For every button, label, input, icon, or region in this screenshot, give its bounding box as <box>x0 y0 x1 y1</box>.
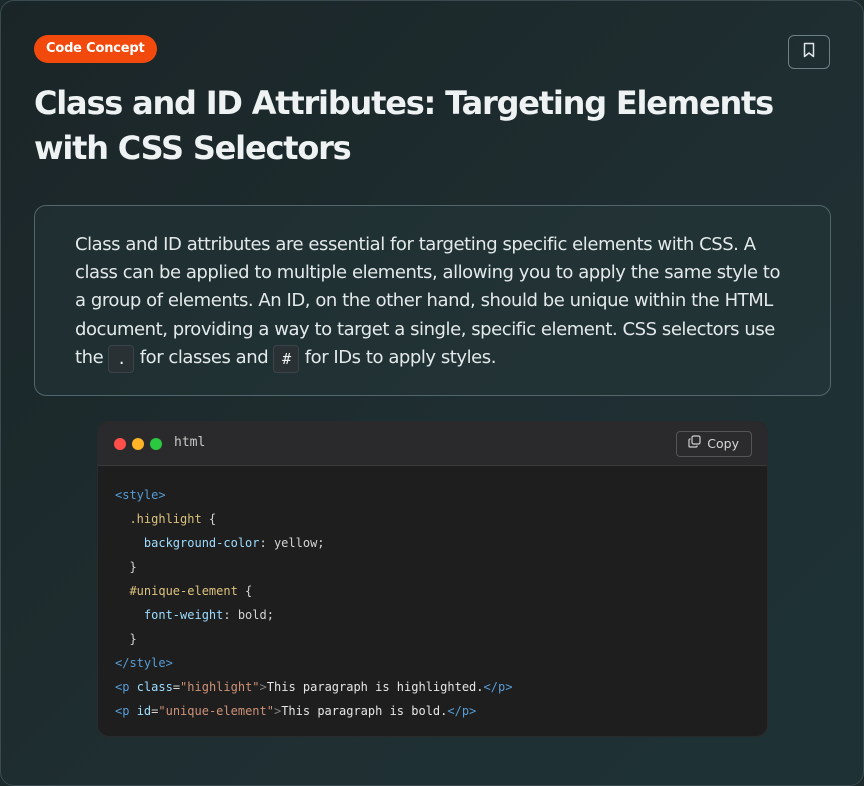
code-token: <p <box>115 680 137 694</box>
code-line: #unique-element { <box>115 579 767 603</box>
bookmark-button[interactable] <box>788 35 830 69</box>
code-token: { <box>201 512 217 526</box>
description-part-3: for IDs to apply styles. <box>299 346 497 368</box>
description-box: Class and ID attributes are essential fo… <box>34 205 831 396</box>
code-token: class <box>136 680 173 694</box>
code-token: > <box>259 680 267 694</box>
concept-card: Code Concept Class and ID Attributes: Ta… <box>0 0 864 786</box>
code-token: .highlight <box>115 512 202 526</box>
code-token: #unique-element <box>115 584 238 598</box>
description-part-2: for classes and <box>134 346 274 368</box>
code-line: } <box>115 627 767 651</box>
window-dot-green <box>150 438 162 450</box>
code-token: font-weight <box>115 608 224 622</box>
code-line: background-color: yellow; <box>115 531 767 555</box>
code-token: } <box>115 632 137 646</box>
code-token: "highlight" <box>180 680 260 694</box>
inline-code-class-selector: . <box>108 344 135 373</box>
code-line: <p id="unique-element">This paragraph is… <box>115 699 767 723</box>
code-line: </style> <box>115 651 767 675</box>
copy-button[interactable]: Copy <box>676 431 752 457</box>
code-language-label: html <box>174 435 206 450</box>
code-line: <style> <box>115 483 767 507</box>
bookmark-icon <box>802 42 816 62</box>
code-token: This paragraph is highlighted. <box>266 680 484 694</box>
code-token: } <box>115 560 137 574</box>
code-token: This paragraph is bold. <box>281 704 448 718</box>
code-token: "unique-element" <box>158 704 274 718</box>
window-dot-red <box>114 438 126 450</box>
code-token: <p <box>115 704 137 718</box>
code-token: <style> <box>115 488 166 502</box>
code-line: .highlight { <box>115 507 767 531</box>
code-token: = <box>172 680 181 694</box>
code-block: html Copy <style> .highlight { backgroun… <box>97 421 768 737</box>
code-token: background-color <box>115 536 260 550</box>
code-line: <p class="highlight">This paragraph is h… <box>115 675 767 699</box>
description-text: Class and ID attributes are essential fo… <box>75 231 790 373</box>
code-token: </p> <box>447 704 477 718</box>
code-token: id <box>136 704 152 718</box>
code-token: : yellow; <box>259 536 325 550</box>
code-token: </style> <box>115 656 173 670</box>
window-dot-yellow <box>132 438 144 450</box>
code-line: } <box>115 555 767 579</box>
category-badge: Code Concept <box>34 35 157 63</box>
page-title: Class and ID Attributes: Targeting Eleme… <box>34 84 774 167</box>
copy-button-label: Copy <box>707 436 739 451</box>
inline-code-id-selector: # <box>273 344 300 373</box>
code-content: <style> .highlight { background-color: y… <box>98 466 767 723</box>
copy-icon <box>688 431 701 457</box>
code-line: font-weight: bold; <box>115 603 767 627</box>
code-block-header: html Copy <box>98 422 767 466</box>
code-token: : bold; <box>223 608 274 622</box>
code-token: { <box>237 584 253 598</box>
code-token: </p> <box>483 680 513 694</box>
